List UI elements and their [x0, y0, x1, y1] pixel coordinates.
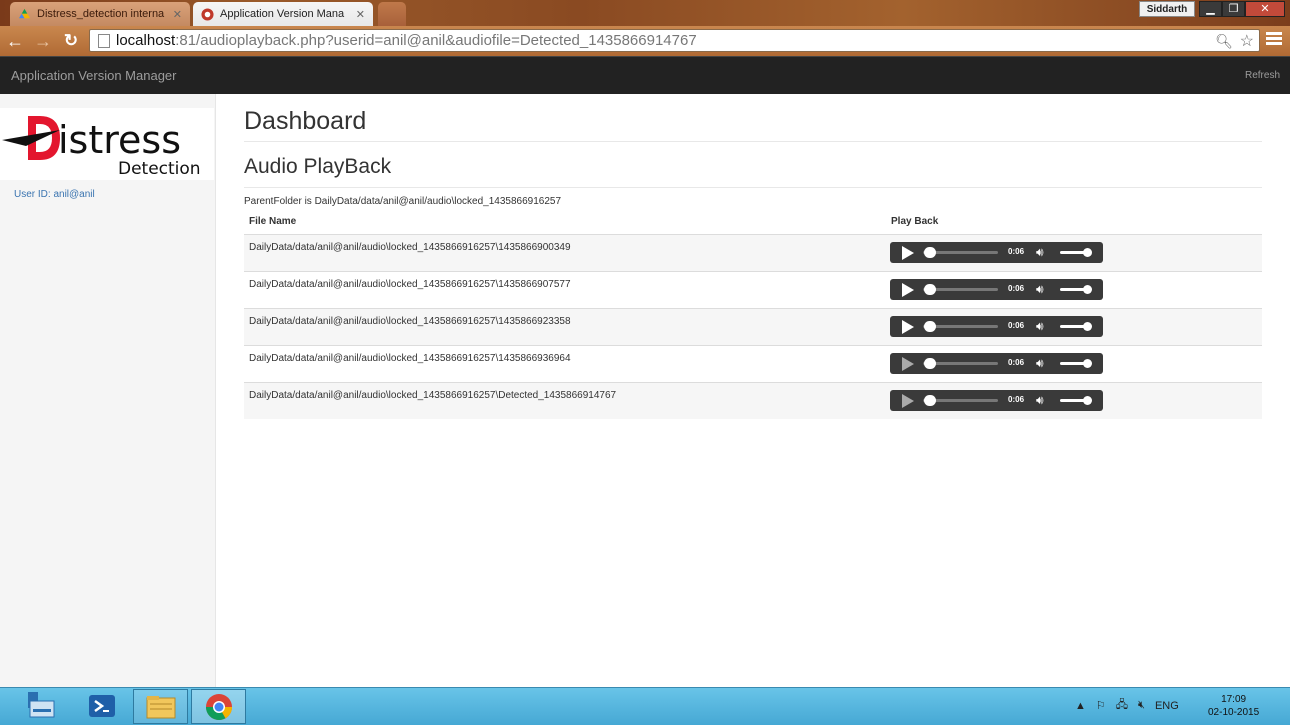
menu-icon[interactable]: [1266, 32, 1282, 48]
server-manager-icon[interactable]: [15, 689, 70, 724]
show-hidden-icons-icon[interactable]: ▲: [1075, 700, 1086, 712]
table-row: DailyData/data/anil@anil/audio\locked_14…: [244, 271, 1262, 308]
volume-handle[interactable]: [1083, 285, 1092, 294]
duration-text: 0:06: [1008, 284, 1025, 293]
seek-handle[interactable]: [924, 358, 936, 369]
forward-arrow-icon[interactable]: →: [32, 30, 54, 52]
audio-player[interactable]: 0:06 🔊︎: [890, 316, 1103, 337]
column-header-file-name: File Name: [249, 216, 297, 227]
profile-button[interactable]: Siddarth: [1139, 1, 1195, 17]
address-bar[interactable]: localhost :81/audioplayback.php?userid=a…: [89, 29, 1260, 52]
audio-player[interactable]: 0:06 🔊︎: [890, 390, 1103, 411]
seek-handle[interactable]: [924, 395, 936, 406]
play-icon[interactable]: [902, 394, 914, 408]
system-tray: ▲ ⚐ 🖧︎ 🔇︎ ENG: [1075, 696, 1179, 715]
volume-icon[interactable]: 🔊︎: [1036, 393, 1044, 407]
network-icon[interactable]: 🖧︎: [1116, 696, 1128, 715]
file-name-cell: DailyData/data/anil@anil/audio\locked_14…: [249, 316, 571, 327]
bookmark-star-icon[interactable]: ☆: [1240, 31, 1254, 51]
table-row: DailyData/data/anil@anil/audio\locked_14…: [244, 234, 1262, 271]
app-navbar: Application Version Manager Refresh: [0, 56, 1290, 94]
user-id-link[interactable]: User ID: anil@anil: [14, 189, 95, 200]
minimize-icon[interactable]: ▁: [1199, 1, 1222, 17]
volume-handle[interactable]: [1083, 248, 1092, 257]
duration-text: 0:06: [1008, 321, 1025, 330]
seek-handle[interactable]: [924, 284, 936, 295]
tab-label: Application Version Mana: [220, 8, 345, 20]
audio-player[interactable]: 0:06 🔊︎: [890, 242, 1103, 263]
url-host: localhost: [116, 32, 176, 49]
duration-text: 0:06: [1008, 247, 1025, 256]
play-icon[interactable]: [902, 357, 914, 371]
restore-icon[interactable]: ❐: [1222, 1, 1245, 17]
volume-icon[interactable]: 🔊︎: [1036, 319, 1044, 333]
volume-handle[interactable]: [1083, 322, 1092, 331]
parent-folder-text: ParentFolder is DailyData/data/anil@anil…: [244, 196, 562, 207]
audio-table: DailyData/data/anil@anil/audio\locked_14…: [244, 234, 1262, 419]
tab-distress-detection[interactable]: Distress_detection interna ✕: [10, 2, 190, 26]
file-name-cell: DailyData/data/anil@anil/audio\locked_14…: [249, 390, 617, 401]
table-row: DailyData/data/anil@anil/audio\locked_14…: [244, 382, 1262, 419]
close-icon[interactable]: ✕: [173, 8, 182, 21]
back-arrow-icon[interactable]: ←: [4, 30, 26, 52]
volume-icon[interactable]: 🔊︎: [1036, 282, 1044, 296]
tab-label: Distress_detection interna: [37, 8, 165, 20]
divider: [244, 141, 1262, 142]
browser-titlebar: Distress_detection interna ✕ Application…: [0, 0, 1290, 26]
new-tab-button[interactable]: [378, 2, 406, 26]
sidebar: istress Detection User ID: anil@anil: [0, 94, 216, 687]
table-row: DailyData/data/anil@anil/audio\locked_14…: [244, 345, 1262, 382]
svg-text:istress: istress: [58, 118, 181, 162]
clock-date: 02-10-2015: [1208, 707, 1260, 718]
audio-player[interactable]: 0:06 🔊︎: [890, 279, 1103, 300]
chrome-icon[interactable]: [191, 689, 246, 724]
window-close-icon[interactable]: ✕: [1245, 1, 1285, 17]
svg-text:Detection: Detection: [118, 159, 201, 179]
google-drive-icon: [18, 8, 31, 18]
page-icon: [98, 33, 110, 48]
clock-time: 17:09: [1221, 694, 1247, 705]
duration-text: 0:06: [1008, 395, 1025, 404]
file-name-cell: DailyData/data/anil@anil/audio\locked_14…: [249, 279, 571, 290]
seek-handle[interactable]: [924, 247, 936, 258]
divider: [244, 187, 1262, 188]
navbar-brand[interactable]: Application Version Manager: [11, 68, 177, 83]
clock[interactable]: 17:09 02-10-2015: [1208, 693, 1259, 719]
duration-text: 0:06: [1008, 358, 1025, 367]
column-header-play-back: Play Back: [891, 216, 939, 227]
tab-application-version-manager[interactable]: Application Version Mana ✕: [193, 2, 373, 26]
section-title: Audio PlayBack: [244, 155, 392, 178]
seek-handle[interactable]: [924, 321, 936, 332]
file-explorer-icon[interactable]: [133, 689, 188, 724]
browser-toolbar: ← → ↻ localhost :81/audioplayback.php?us…: [0, 26, 1290, 56]
file-name-cell: DailyData/data/anil@anil/audio\locked_14…: [249, 353, 571, 364]
powershell-icon[interactable]: [75, 689, 130, 724]
zoom-icon[interactable]: 🔍︎: [1215, 33, 1233, 50]
volume-icon[interactable]: 🔊︎: [1036, 245, 1044, 259]
file-name-cell: DailyData/data/anil@anil/audio\locked_14…: [249, 242, 571, 253]
play-icon[interactable]: [902, 320, 914, 334]
volume-handle[interactable]: [1083, 396, 1092, 405]
app-favicon-icon: [201, 7, 214, 21]
volume-handle[interactable]: [1083, 359, 1092, 368]
play-icon[interactable]: [902, 246, 914, 260]
play-icon[interactable]: [902, 283, 914, 297]
table-row: DailyData/data/anil@anil/audio\locked_14…: [244, 308, 1262, 345]
page-title: Dashboard: [244, 107, 367, 135]
close-icon[interactable]: ✕: [356, 8, 365, 21]
reload-icon[interactable]: ↻: [60, 30, 82, 52]
language-indicator[interactable]: ENG: [1155, 700, 1179, 712]
action-center-flag-icon[interactable]: ⚐: [1096, 699, 1106, 712]
url-path: :81/audioplayback.php?userid=anil@anil&a…: [175, 32, 697, 49]
audio-player[interactable]: 0:06 🔊︎: [890, 353, 1103, 374]
volume-icon[interactable]: 🔊︎: [1036, 356, 1044, 370]
refresh-link[interactable]: Refresh: [1245, 70, 1280, 81]
volume-muted-icon[interactable]: 🔇︎: [1138, 699, 1145, 712]
windows-taskbar: ▲ ⚐ 🖧︎ 🔇︎ ENG 17:09 02-10-2015: [0, 687, 1290, 725]
distress-detection-logo: istress Detection: [0, 108, 214, 180]
